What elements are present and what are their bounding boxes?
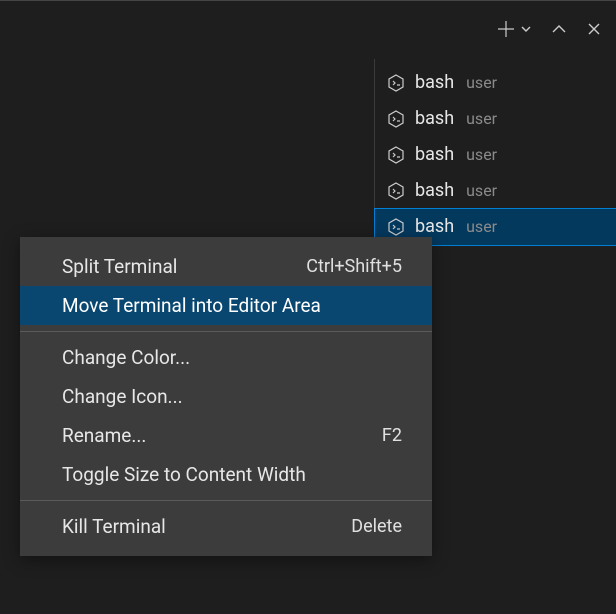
- menu-item[interactable]: Toggle Size to Content Width: [20, 455, 432, 494]
- menu-item[interactable]: Move Terminal into Editor Area: [20, 286, 432, 325]
- menu-item-label: Change Icon...: [62, 385, 183, 408]
- menu-item-label: Rename...: [62, 424, 146, 447]
- terminal-icon: [387, 110, 405, 128]
- terminal-tab[interactable]: bash user: [375, 101, 616, 137]
- terminal-user-label: user: [466, 215, 497, 239]
- terminal-user-label: user: [466, 107, 497, 131]
- close-panel-button[interactable]: [586, 21, 602, 37]
- menu-item[interactable]: Rename... F2: [20, 416, 432, 455]
- terminal-shell-label: bash: [415, 71, 454, 95]
- terminal-tab[interactable]: bash user: [375, 65, 616, 101]
- terminal-icon: [387, 146, 405, 164]
- menu-item[interactable]: Kill Terminal Delete: [20, 507, 432, 546]
- terminal-icon: [387, 74, 405, 92]
- menu-item-label: Toggle Size to Content Width: [62, 463, 306, 486]
- terminal-shell-label: bash: [415, 107, 454, 131]
- menu-item-shortcut: Delete: [351, 516, 402, 537]
- terminal-shell-label: bash: [415, 143, 454, 167]
- chevron-down-icon: [520, 23, 532, 35]
- terminal-shell-label: bash: [415, 179, 454, 203]
- menu-item[interactable]: Split Terminal Ctrl+Shift+5: [20, 247, 432, 286]
- terminal-list: bash user bash user bash user bash user bash user: [374, 59, 616, 245]
- menu-item-label: Kill Terminal: [62, 515, 166, 538]
- plus-icon: [496, 19, 516, 39]
- terminal-shell-label: bash: [415, 215, 454, 239]
- menu-item-label: Change Color...: [62, 346, 190, 369]
- terminal-icon: [387, 182, 405, 200]
- menu-item[interactable]: Change Color...: [20, 338, 432, 377]
- terminal-user-label: user: [466, 71, 497, 95]
- menu-item[interactable]: Change Icon...: [20, 377, 432, 416]
- menu-separator: [20, 500, 432, 501]
- terminal-context-menu: Split Terminal Ctrl+Shift+5 Move Terminal …: [20, 237, 432, 556]
- terminal-user-label: user: [466, 143, 497, 167]
- terminal-icon: [387, 218, 405, 236]
- menu-item-label: Split Terminal: [62, 255, 177, 278]
- terminal-tab[interactable]: bash user: [375, 137, 616, 173]
- new-terminal-dropdown[interactable]: [520, 23, 532, 35]
- chevron-up-icon: [550, 20, 568, 38]
- menu-item-label: Move Terminal into Editor Area: [62, 294, 321, 317]
- terminal-tab[interactable]: bash user: [375, 173, 616, 209]
- menu-item-shortcut: F2: [382, 425, 402, 446]
- terminal-user-label: user: [466, 179, 497, 203]
- menu-separator: [20, 331, 432, 332]
- menu-item-shortcut: Ctrl+Shift+5: [306, 256, 402, 277]
- maximize-panel-button[interactable]: [550, 20, 568, 38]
- new-terminal-button[interactable]: [496, 19, 516, 39]
- close-icon: [586, 21, 602, 37]
- terminal-toolbar: [496, 19, 602, 39]
